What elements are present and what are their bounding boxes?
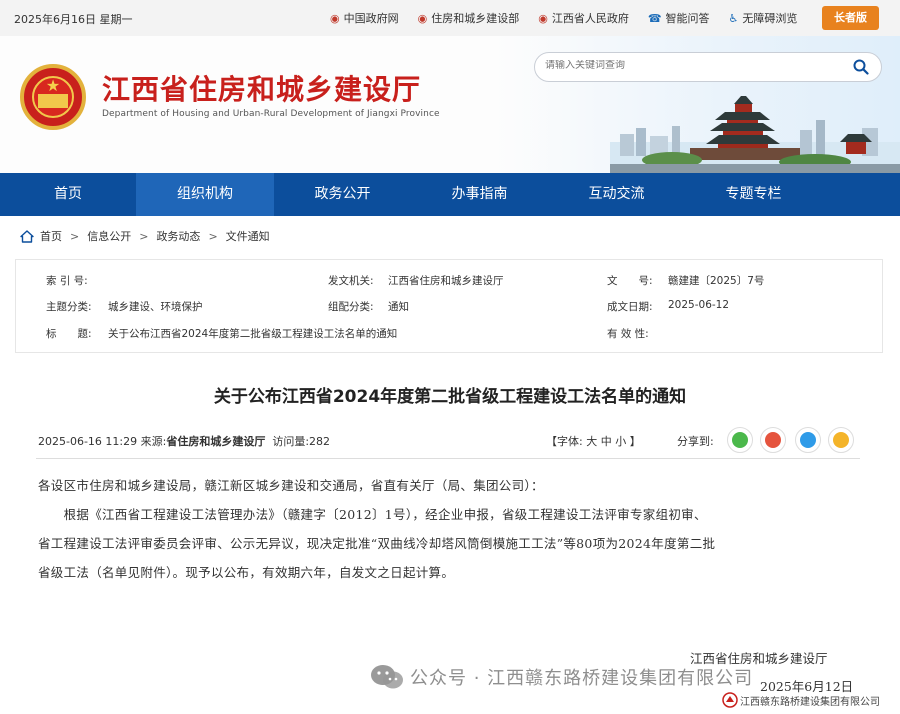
search-box[interactable]: [534, 52, 882, 82]
link-label: 住房和城乡建设部: [431, 12, 520, 25]
link-mohurd[interactable]: ◉ 住房和城乡建设部: [418, 10, 520, 26]
meta-topic-label: 主题分类:: [46, 301, 92, 313]
breadcrumb: 首页 > 信息公开 > 政务动态 > 文件通知: [20, 228, 270, 244]
main-nav: 首页 组织机构 政务公开 办事指南 互动交流 专题专栏: [0, 173, 900, 216]
meta-topic-value: 城乡建设、环境保护: [108, 301, 203, 313]
font-size-switcher[interactable]: 【字体: 大 中 小 】: [546, 433, 641, 449]
emblem-icon: ◉: [538, 11, 548, 25]
article-paragraph: 省工程建设工法评审委员会评审、公示无异议，现决定批准“双曲线冷却塔风筒倒模施工工…: [38, 536, 716, 551]
link-label: 无障碍浏览: [742, 12, 798, 25]
breadcrumb-notices[interactable]: 文件通知: [226, 228, 270, 244]
city-skyline-illustration: [610, 96, 900, 173]
meta-style-label: 组配分类:: [328, 301, 374, 313]
company-watermark: 江西赣东路桥建设集团有限公司: [722, 692, 880, 708]
weibo-icon: [765, 432, 781, 448]
breadcrumb-separator: >: [139, 229, 149, 243]
breadcrumb-separator: >: [70, 229, 80, 243]
article-divider: [36, 458, 860, 459]
wechat-icon: [371, 665, 403, 689]
publish-datetime: 2025-06-16 11:29: [38, 435, 138, 448]
nav-interaction[interactable]: 互动交流: [548, 173, 685, 216]
share-qzone-button[interactable]: [828, 427, 854, 453]
top-links: ◉ 中国政府网 ◉ 住房和城乡建设部 ◉ 江西省人民政府 ☎ 智能问答 ♿ 无障…: [330, 10, 816, 26]
link-label: 中国政府网: [343, 12, 399, 25]
nav-service-guide[interactable]: 办事指南: [411, 173, 548, 216]
watermark: 公众号 · 江西赣东路桥建设集团有限公司: [370, 664, 753, 690]
article-paragraph: 省级工法（名单见附件）。现予以公布，有效期六年，自发文之日起计算。: [38, 565, 455, 580]
share-wechat-button[interactable]: [727, 427, 753, 453]
nav-organization[interactable]: 组织机构: [136, 173, 274, 216]
meta-date-value: 2025-06-12: [668, 299, 730, 311]
meta-docno-value: 赣建建〔2025〕7号: [668, 275, 765, 287]
meta-date-label: 成文日期:: [607, 301, 653, 313]
breadcrumb-news[interactable]: 政务动态: [156, 228, 200, 244]
source-value: 省住房和城乡建设厅: [166, 435, 266, 448]
link-jiangxi-gov[interactable]: ◉ 江西省人民政府: [538, 10, 629, 26]
share-qq-button[interactable]: [795, 427, 821, 453]
link-label: 智能问答: [665, 12, 710, 25]
emblem-icon: ◉: [417, 11, 428, 25]
meta-index-label: 索 引 号:: [46, 275, 88, 287]
nav-special-topics[interactable]: 专题专栏: [685, 173, 822, 216]
meta-issuer-label: 发文机关:: [328, 275, 374, 287]
nav-home[interactable]: 首页: [0, 173, 136, 216]
source-label: 来源:: [140, 435, 167, 448]
meta-docno-label: 文 号:: [607, 275, 653, 287]
search-input[interactable]: [545, 60, 845, 71]
emblem-icon: ◉: [330, 11, 340, 25]
home-icon: [20, 229, 34, 243]
link-label: 江西省人民政府: [551, 12, 629, 25]
breadcrumb-info-public[interactable]: 信息公开: [87, 228, 131, 244]
document-meta-table: 索 引 号: 发文机关: 江西省住房和城乡建设厅 文 号: 赣建建〔2025〕7…: [15, 259, 883, 353]
site-title: 江西省住房和城乡建设厅: [102, 73, 422, 106]
share-label: 分享到:: [677, 435, 714, 448]
wechat-icon: [732, 432, 748, 448]
site-subtitle: Department of Housing and Urban-Rural De…: [102, 109, 440, 119]
breadcrumb-home[interactable]: 首页: [40, 228, 62, 244]
company-name: 江西赣东路桥建设集团有限公司: [740, 696, 880, 708]
search-icon[interactable]: [853, 59, 869, 75]
accessibility-icon: ♿: [728, 11, 739, 25]
qzone-star-icon: [833, 432, 849, 448]
meta-style-value: 通知: [388, 301, 409, 313]
top-bar: 2025年6月16日 星期一 ◉ 中国政府网 ◉ 住房和城乡建设部 ◉ 江西省人…: [0, 0, 900, 36]
nav-government-affairs[interactable]: 政务公开: [274, 173, 411, 216]
elder-mode-button[interactable]: 长者版: [822, 6, 879, 30]
article-title: 关于公布江西省2024年度第二批省级工程建设工法名单的通知: [213, 387, 687, 407]
breadcrumb-separator: >: [208, 229, 218, 243]
meta-title-label: 标 题:: [46, 328, 92, 340]
meta-validity-label: 有 效 性:: [607, 328, 649, 340]
link-smart-qa[interactable]: ☎ 智能问答: [648, 10, 710, 26]
qq-icon: [800, 432, 816, 448]
national-emblem-logo: ★: [20, 64, 86, 130]
watermark-text: 公众号 · 江西赣东路桥建设集团有限公司: [410, 668, 754, 689]
view-count: 访问量:282: [272, 435, 331, 448]
share-weibo-button[interactable]: [760, 427, 786, 453]
company-logo-icon: [722, 692, 738, 708]
headset-icon: ☎: [647, 11, 662, 25]
link-china-gov[interactable]: ◉ 中国政府网: [330, 10, 399, 26]
link-accessibility[interactable]: ♿ 无障碍浏览: [729, 10, 798, 26]
meta-title-value: 关于公布江西省2024年度第二批省级工程建设工法名单的通知: [108, 328, 398, 340]
article-paragraph: 根据《江西省工程建设工法管理办法》（赣建字〔2012〕1号），经企业申报，省级工…: [38, 507, 707, 522]
article-info: 2025-06-16 11:29 来源:省住房和城乡建设厅 访问量:282: [38, 433, 330, 449]
article-paragraph: 各设区市住房和城乡建设局，赣江新区城乡建设和交通局，省直有关厅（局、集团公司）：: [38, 478, 544, 493]
meta-issuer-value: 江西省住房和城乡建设厅: [388, 275, 504, 287]
site-header: ★ 江西省住房和城乡建设厅 Department of Housing and …: [0, 36, 900, 173]
current-date: 2025年6月16日 星期一: [14, 13, 133, 26]
